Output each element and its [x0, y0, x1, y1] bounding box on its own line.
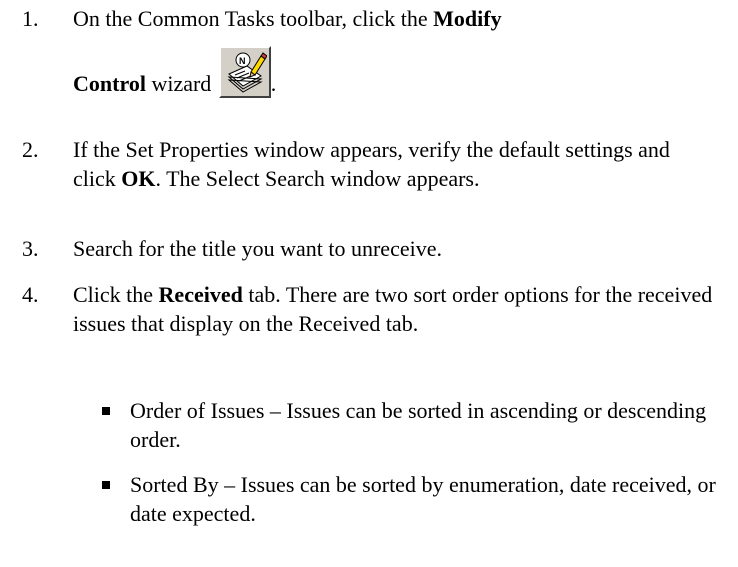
bullet-marker [102, 481, 110, 489]
step-number: 1. [22, 6, 39, 31]
step-text: Search for the title you want to unrecei… [73, 236, 442, 261]
ui-term: OK [121, 166, 156, 191]
step-text: Control wizard N . [73, 46, 713, 98]
step-text-part: Click the [73, 282, 159, 307]
step-number: 2. [22, 137, 39, 162]
step-text-part: wizard [145, 71, 217, 96]
step-text-part: On the Common Tasks toolbar, click the [73, 6, 434, 31]
modify-control-wizard-icon: N [218, 46, 271, 98]
ui-term: Modify [433, 6, 502, 31]
ui-term: Control [73, 71, 146, 96]
step-text-part: . The Select Search window appears. [155, 166, 480, 191]
svg-text:N: N [239, 56, 246, 66]
step-number: 4. [22, 282, 39, 307]
ui-term: Received [158, 282, 243, 307]
step-text: On the Common Tasks toolbar, click the M… [73, 4, 713, 33]
bullet-text: Sorted By – Issues can be sorted by enum… [130, 472, 716, 526]
bullet-text: Order of Issues – Issues can be sorted i… [130, 398, 707, 452]
step-number: 3. [22, 236, 39, 261]
step-text-part: . [270, 71, 277, 96]
step-text: Click the Received tab. There are two so… [73, 280, 713, 338]
step-text: If the Set Properties window appears, ve… [73, 135, 713, 193]
bullet-marker [102, 407, 110, 415]
